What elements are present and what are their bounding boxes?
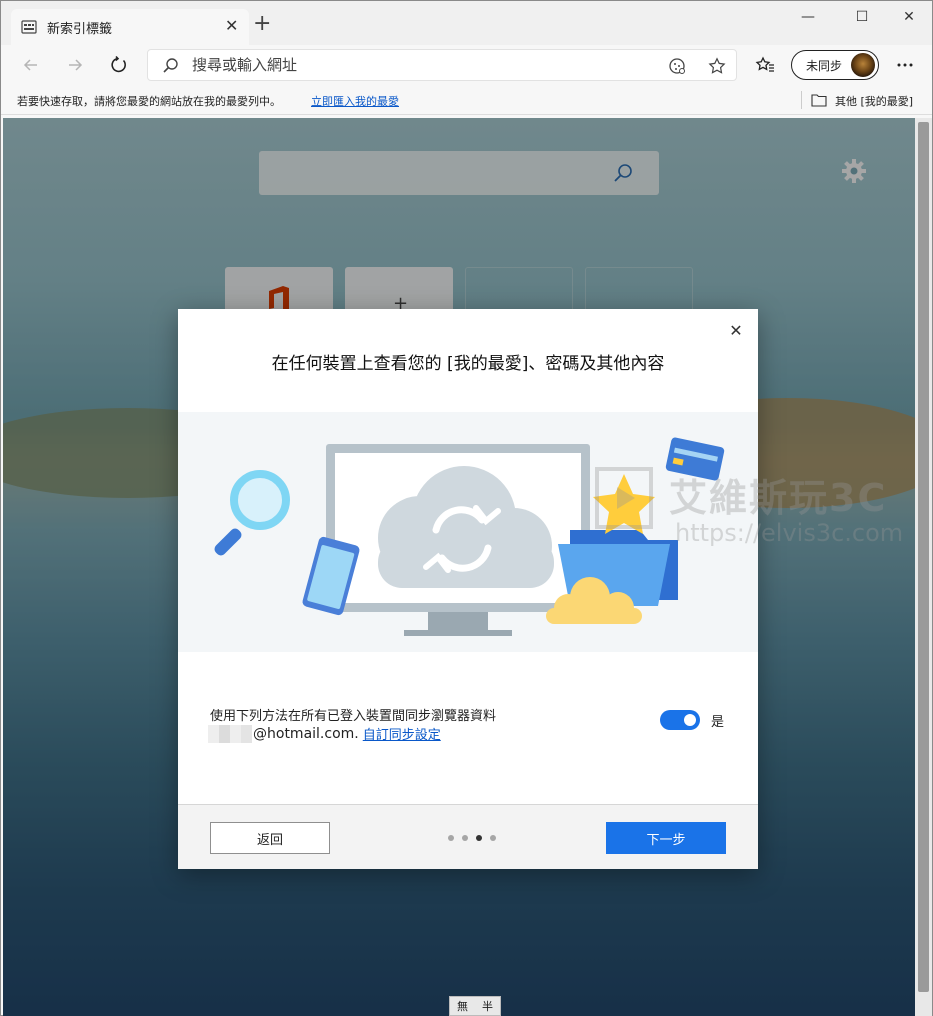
ime-mode: 無 (457, 1000, 468, 1013)
tracking-prevention-icon[interactable] (668, 57, 686, 75)
ime-width-mode: 半 (482, 1000, 493, 1013)
page-scrollbar[interactable] (915, 118, 932, 1016)
favorites-hub-icon[interactable] (753, 53, 777, 77)
favorites-divider (801, 91, 802, 109)
sync-dialog: ✕ 在任何裝置上查看您的 [我的最愛]、密碼及其他內容 使用下列方法在所有已登入… (178, 309, 758, 869)
toolbar: 未同步 (1, 45, 932, 85)
next-button[interactable]: 下一步 (606, 822, 726, 854)
tab-bar: 新索引標籤 ✕ + — ☐ ✕ (1, 1, 932, 45)
close-icon[interactable]: ✕ (727, 322, 745, 340)
other-favorites-folder[interactable]: 其他 [我的最愛] (835, 93, 913, 109)
step-dot (448, 835, 454, 841)
dialog-footer: 返回 下一步 (178, 805, 758, 869)
import-favorites-link[interactable]: 立即匯入我的最愛 (311, 93, 399, 109)
address-input[interactable] (192, 50, 662, 80)
profile-status-label: 未同步 (806, 59, 843, 73)
minimize-icon[interactable]: — (793, 7, 823, 27)
new-tab-page-icon (21, 20, 37, 34)
dialog-title: 在任何裝置上查看您的 [我的最愛]、密碼及其他內容 (271, 354, 665, 374)
account-row: @hotmail.com. 自訂同步設定 (208, 724, 441, 743)
customize-sync-link[interactable]: 自訂同步設定 (363, 724, 441, 743)
more-menu-icon[interactable] (893, 53, 917, 77)
favorites-bar: 若要快速存取，請將您最愛的網站放在我的最愛列中。 立即匯入我的最愛 其他 [我的… (1, 85, 932, 115)
profile-button[interactable]: 未同步 (791, 50, 879, 80)
favorite-star-icon[interactable] (708, 57, 726, 75)
sync-toggle-label: 是 (711, 715, 725, 730)
step-dot-active (476, 835, 482, 841)
sync-toggle[interactable] (660, 710, 700, 730)
redacted-email (208, 724, 252, 743)
avatar (851, 53, 875, 77)
sync-description: 使用下列方法在所有已登入裝置間同步瀏覽器資料 (210, 709, 497, 724)
folder-icon (811, 94, 827, 107)
watermark-title: 艾維斯玩3C (669, 476, 888, 520)
watermark-logo (595, 467, 653, 529)
watermark-url: https://elvis3c.com (675, 519, 904, 547)
new-tab-button[interactable]: + (253, 13, 271, 35)
tab-title: 新索引標籤 (47, 22, 113, 37)
tab-new-tab[interactable]: 新索引標籤 ✕ (11, 9, 249, 45)
step-indicator (448, 835, 496, 841)
browser-window: 新索引標籤 ✕ + — ☐ ✕ 搜尋或輸入網址 未同步 若要快速存取，請將您最愛… (0, 0, 933, 1016)
account-email: @hotmail.com. (253, 725, 359, 742)
refresh-icon[interactable] (107, 53, 131, 77)
step-dot (490, 835, 496, 841)
scrollbar-thumb[interactable] (918, 122, 929, 992)
back-button[interactable]: 返回 (210, 822, 330, 854)
back-icon[interactable] (19, 53, 43, 77)
step-dot (462, 835, 468, 841)
favorites-prompt: 若要快速存取，請將您最愛的網站放在我的最愛列中。 (17, 95, 281, 108)
forward-icon[interactable] (63, 53, 87, 77)
ime-indicator[interactable]: 無 半 (449, 996, 501, 1016)
tab-close-icon[interactable]: ✕ (225, 16, 238, 36)
search-icon (163, 58, 178, 73)
maximize-icon[interactable]: ☐ (847, 7, 877, 27)
window-close-icon[interactable]: ✕ (894, 7, 924, 27)
watermark: 艾維斯玩3C https://elvis3c.com (591, 463, 931, 553)
address-bar[interactable] (147, 49, 737, 81)
toggle-knob (684, 714, 696, 726)
